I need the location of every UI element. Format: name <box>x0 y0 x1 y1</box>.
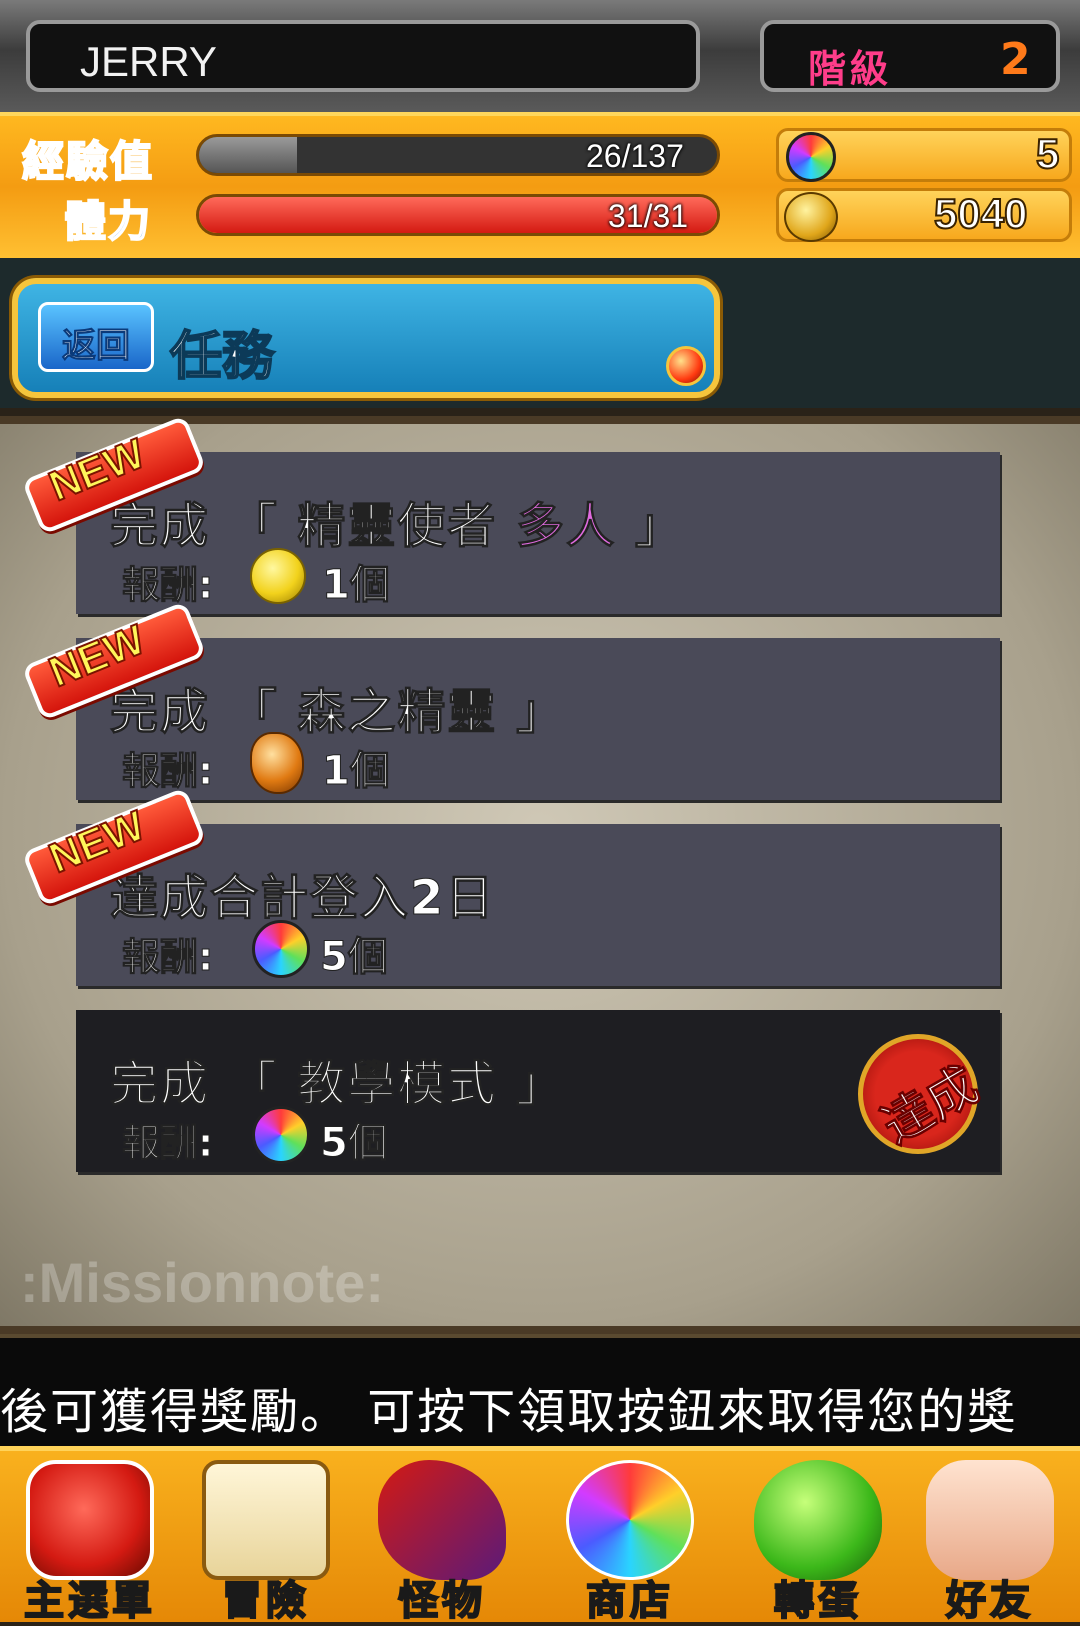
reward-count: 1個 <box>322 748 391 795</box>
exp-label: 經驗值 <box>21 136 155 187</box>
rainbow-orb-icon <box>252 920 310 978</box>
rainbow-orb-icon <box>252 1106 310 1164</box>
reward-label: 報酬: <box>121 749 214 794</box>
coin-count: 5040 <box>933 189 1028 238</box>
player-name: JERRY <box>80 38 217 85</box>
reward-count: 1個 <box>322 562 391 609</box>
watermark: :Missionnote: <box>20 1251 384 1314</box>
egg-icon <box>754 1460 882 1580</box>
nav-main-menu[interactable]: 主選單 <box>6 1452 174 1625</box>
mission-title: 完成 「 精靈使者 多人 」 <box>109 498 685 555</box>
reward-label: 報酬: <box>121 1121 214 1166</box>
stamina-text: 31/31 <box>608 198 689 234</box>
nav-label: 主選單 <box>23 1577 156 1625</box>
nav-gacha[interactable]: 轉蛋 <box>734 1452 902 1625</box>
back-button-label: 返回 <box>62 326 131 367</box>
yellow-gem-icon <box>250 548 306 604</box>
page-title: 任務 <box>169 326 275 388</box>
gem-count: 5 <box>1035 129 1060 178</box>
rank-label: 階級 <box>808 47 893 91</box>
nav-label: 轉蛋 <box>773 1577 862 1625</box>
nav-label: 好友 <box>945 1577 1034 1625</box>
exp-text: 26/137 <box>586 138 684 174</box>
amber-gem-icon <box>250 732 304 794</box>
reward-count: 5個 <box>320 1120 389 1167</box>
reward-count: 5個 <box>320 934 389 981</box>
ornament-orb-icon <box>666 346 706 386</box>
mission-highlight: 多人 <box>516 498 617 555</box>
ticker-text: 後可獲得獎勵。 可按下領取按鈕來取得您的獎 <box>0 1384 1018 1440</box>
exp-bar-fill <box>199 137 298 173</box>
mission-title: 完成 「 森之精靈 」 <box>109 684 567 741</box>
red-demon-icon <box>26 1460 154 1580</box>
nav-shop[interactable]: 商店 <box>546 1452 714 1625</box>
coin-stack-icon <box>784 192 838 242</box>
reward-label: 報酬: <box>121 563 214 608</box>
handshake-icon <box>926 1460 1054 1580</box>
rainbow-orb-icon <box>786 132 836 182</box>
dragon-icon <box>378 1460 506 1580</box>
rainbow-orb-icon <box>566 1460 694 1580</box>
mission-title: 完成 「 教學模式 」 <box>109 1056 567 1113</box>
nav-friends[interactable]: 好友 <box>906 1452 1074 1625</box>
nav-adventure[interactable]: 冒險 <box>182 1452 350 1625</box>
mission-title: 達成合計登入2日 <box>109 870 496 927</box>
reward-label: 報酬: <box>121 935 214 980</box>
nav-monsters[interactable]: 怪物 <box>358 1452 526 1625</box>
scroll-icon <box>202 1460 330 1580</box>
rank-value: 2 <box>1000 34 1031 85</box>
nav-label: 商店 <box>585 1577 674 1625</box>
nav-label: 冒險 <box>221 1577 310 1625</box>
stamina-label: 體力 <box>63 196 153 247</box>
nav-label: 怪物 <box>397 1577 486 1625</box>
